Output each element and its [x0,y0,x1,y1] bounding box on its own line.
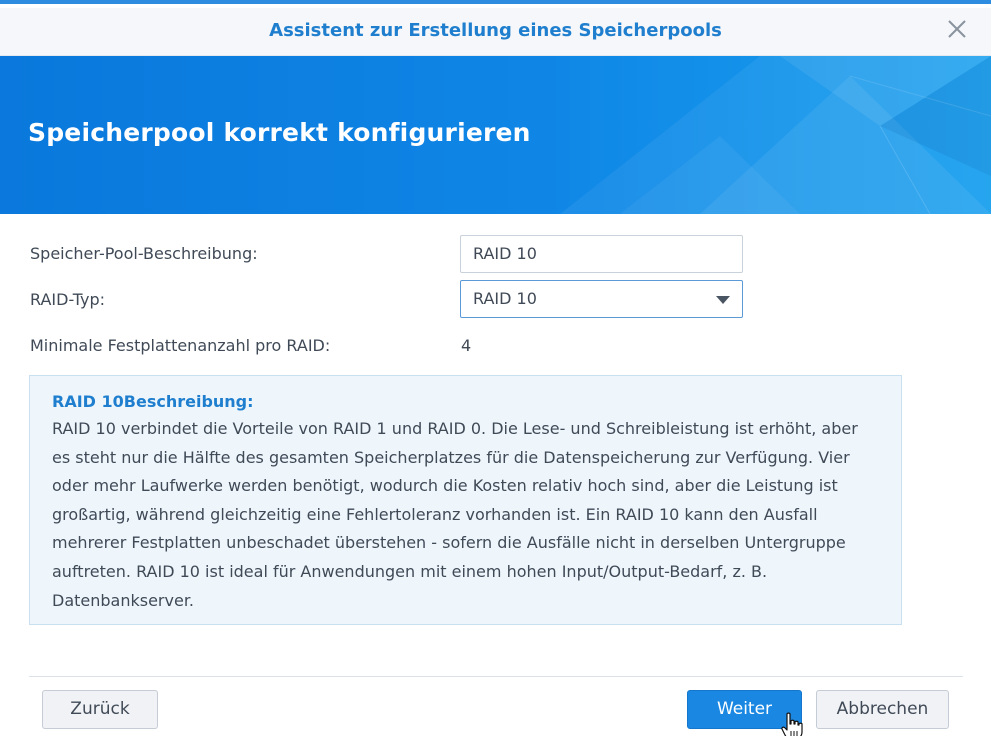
wizard-banner: Speicherpool korrekt konfigurieren [0,56,991,214]
description-label: Speicher-Pool-Beschreibung: [30,244,258,263]
raid-description-box: RAID 10Beschreibung: RAID 10 verbindet d… [29,375,902,625]
page-title: Speicherpool korrekt konfigurieren [28,118,531,147]
cancel-button[interactable]: Abbrechen [816,690,949,729]
raid-type-label: RAID-Typ: [30,290,106,309]
raid-description-text: RAID 10 verbindet die Vorteile von RAID … [52,419,858,610]
close-icon[interactable] [945,17,969,41]
min-disks-value: 4 [461,336,472,355]
back-button[interactable]: Zurück [42,690,158,729]
footer-divider [29,676,963,677]
chevron-down-icon[interactable] [716,296,730,304]
storage-pool-wizard-dialog: Assistent zur Erstellung eines Speicherp… [0,0,991,736]
dialog-title: Assistent zur Erstellung eines Speicherp… [269,20,722,41]
description-input[interactable]: RAID 10 [460,235,743,273]
min-disks-label: Minimale Festplattenanzahl pro RAID: [30,336,331,355]
raid-description-heading: RAID 10Beschreibung: [52,392,254,411]
hand-pointer-icon [781,712,803,736]
raid-type-selected-value: RAID 10 [473,289,537,308]
dialog-titlebar: Assistent zur Erstellung eines Speicherp… [0,8,991,56]
raid-type-select[interactable]: RAID 10 [460,280,743,318]
